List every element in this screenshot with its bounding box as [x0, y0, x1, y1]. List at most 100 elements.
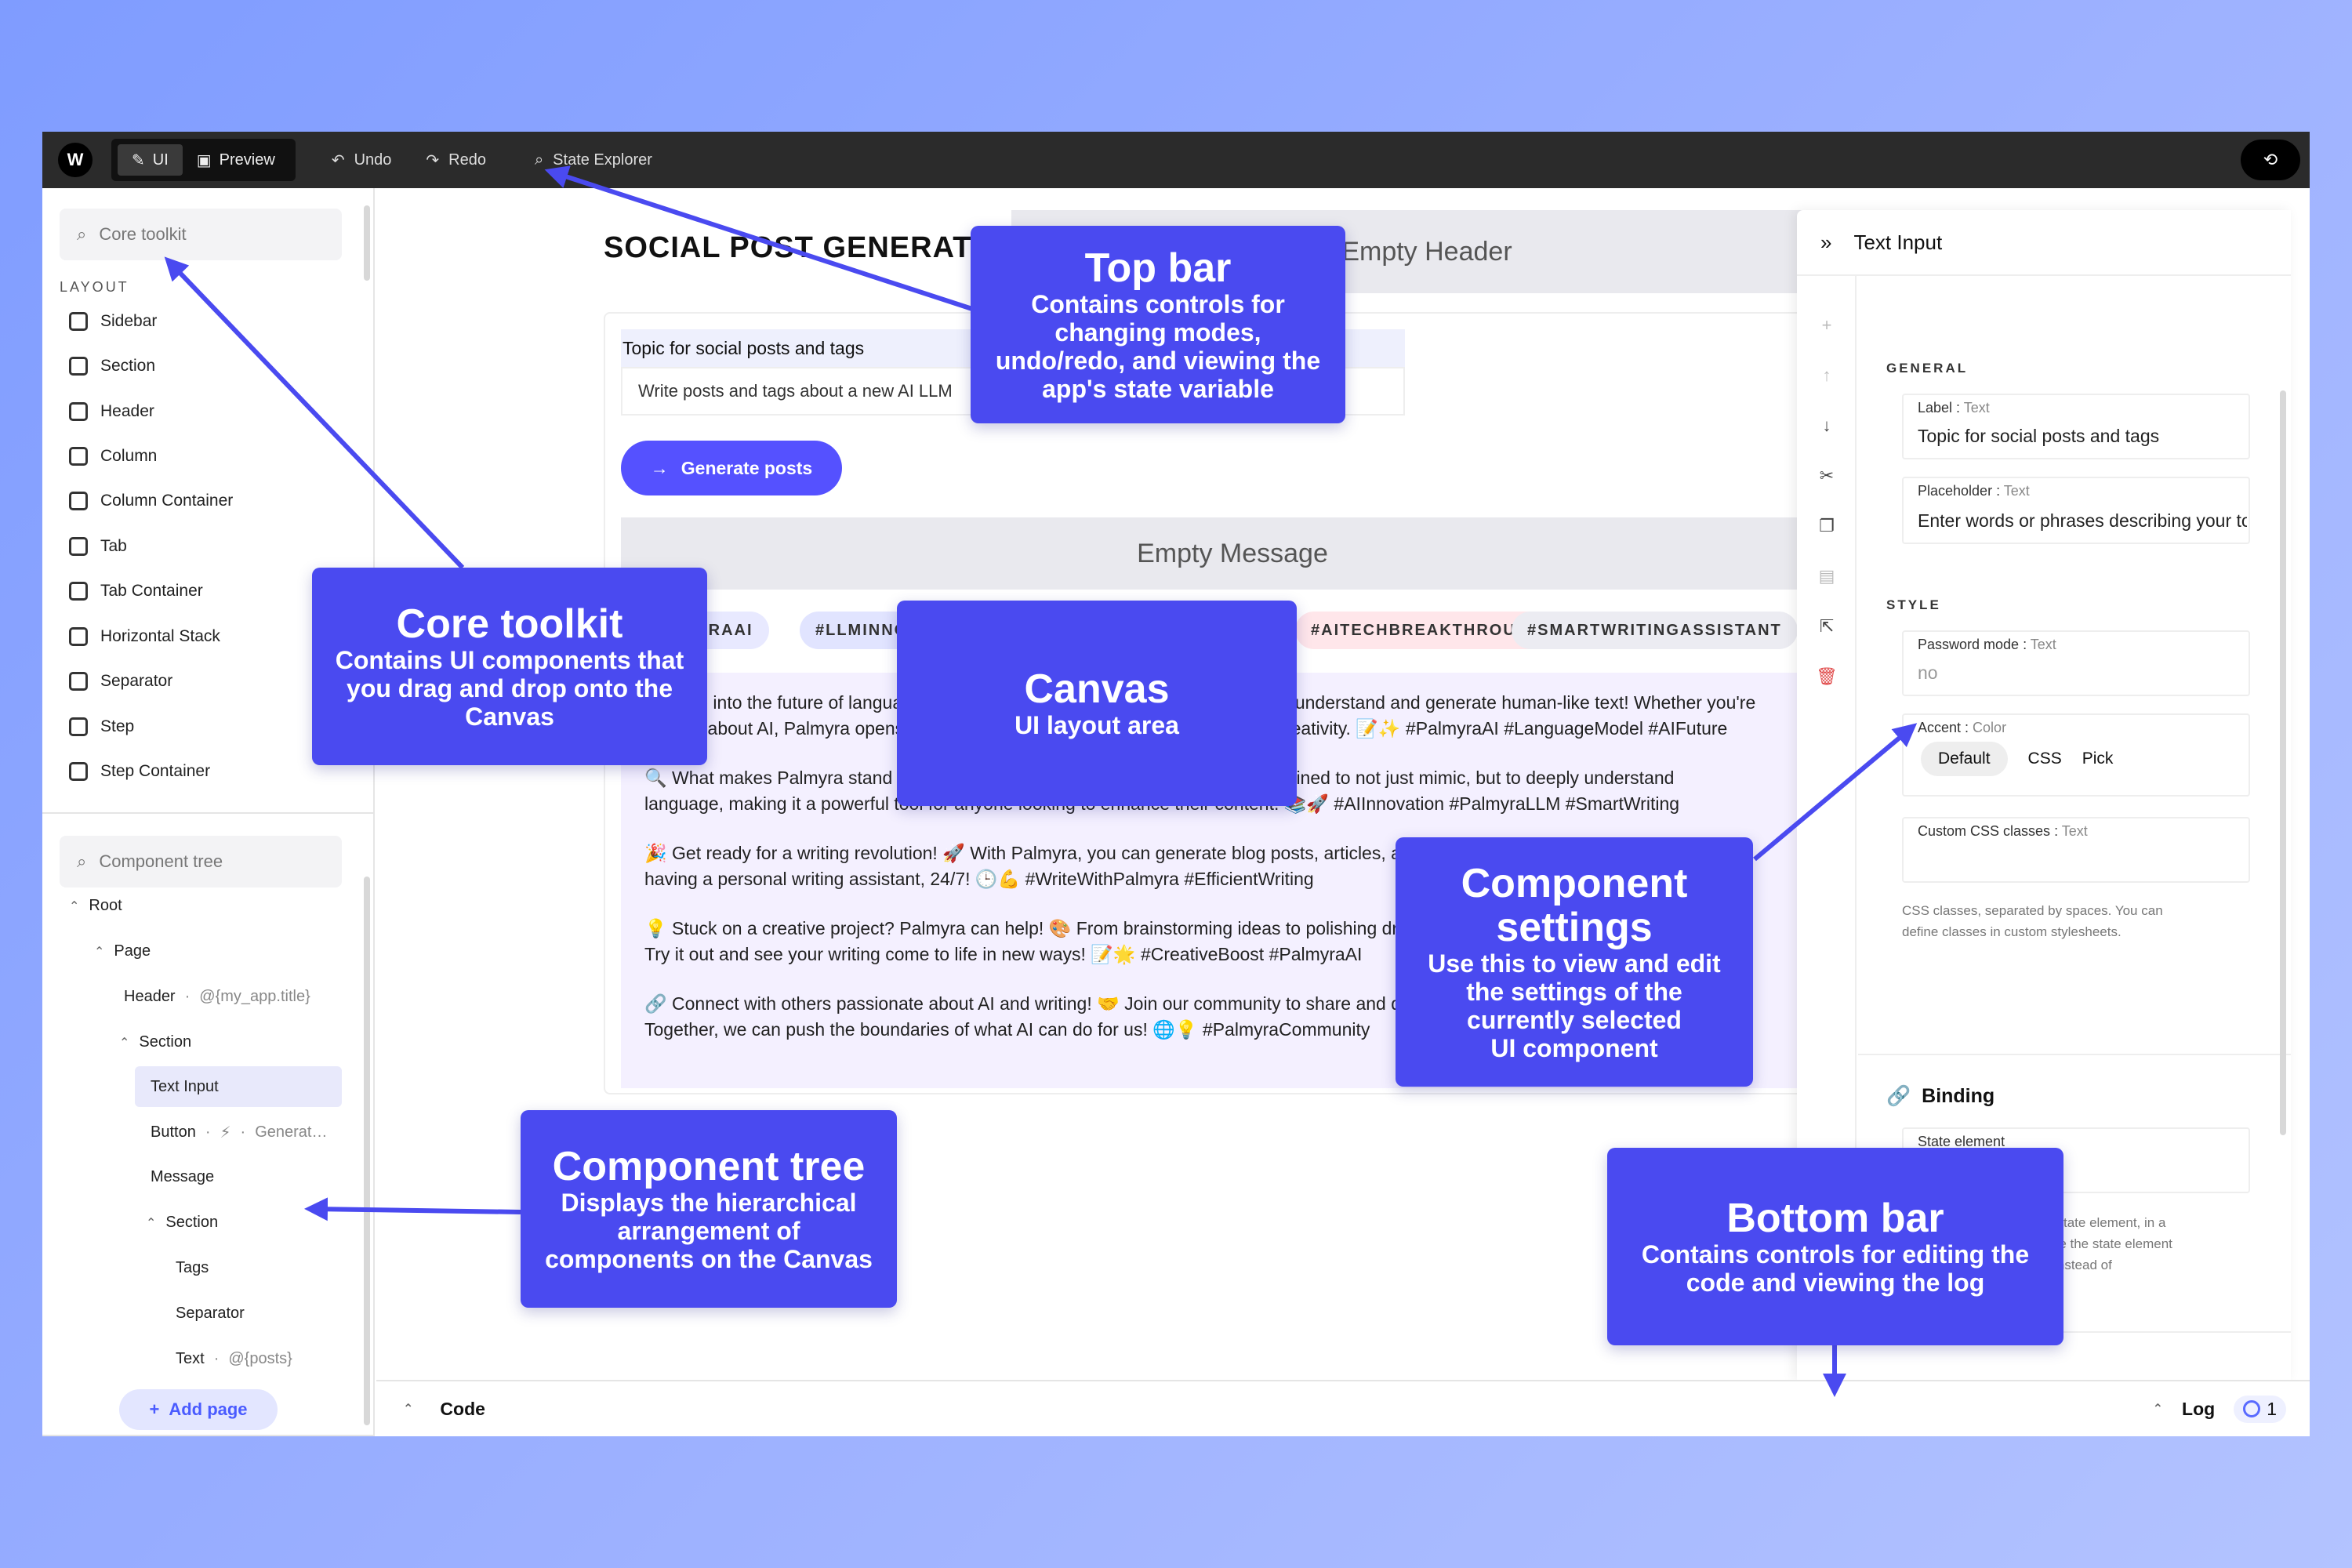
tree-item-header[interactable]: Header · @{my_app.title}: [124, 988, 310, 1006]
callout-desc: you drag and drop onto the: [347, 674, 673, 702]
tree-item-section-2[interactable]: ⌃ Section: [146, 1214, 218, 1232]
settings-scrollbar[interactable]: [2280, 390, 2286, 1135]
toolkit-item-label: Step: [100, 717, 135, 735]
tree-item-label: Section: [165, 1214, 219, 1231]
accent-field[interactable]: Accent : Color Default CSS Pick: [1902, 713, 2250, 797]
toolkit-search[interactable]: ⌕ Core toolkit: [60, 209, 342, 260]
label-field[interactable]: Label : Text Topic for social posts and …: [1902, 394, 2250, 459]
toolkit-item-sidebar[interactable]: Sidebar: [69, 312, 157, 331]
toolkit-item-tab-container[interactable]: Tab Container: [69, 582, 203, 601]
toolkit-item-section[interactable]: Section: [69, 357, 155, 376]
callout-desc: Use this to view and edit: [1428, 949, 1721, 978]
accent-option-css[interactable]: CSS: [2028, 750, 2062, 768]
tree-item-separator[interactable]: Separator: [176, 1305, 245, 1323]
section-icon: [69, 357, 88, 376]
collapse-icon[interactable]: »: [1820, 230, 1831, 255]
help-line: CSS classes, separated by spaces. You ca…: [1902, 903, 2163, 918]
tree-item-label: Tags: [176, 1259, 209, 1276]
tree-item-root[interactable]: ⌃ Root: [69, 897, 122, 915]
field-label: Accent : Color: [1918, 720, 2007, 735]
copy-icon[interactable]: ❐: [1816, 516, 1838, 536]
redo-label: Redo: [448, 151, 486, 169]
tree-item-button[interactable]: Button · ⚡ · Generat…: [151, 1123, 327, 1142]
app-logo[interactable]: W: [58, 143, 93, 177]
tree-item-message[interactable]: Message: [151, 1168, 214, 1186]
password-mode-field[interactable]: Password mode : Text no: [1902, 630, 2250, 696]
custom-css-field[interactable]: Custom CSS classes : Text: [1902, 817, 2250, 883]
callout-desc: code and viewing the log: [1686, 1269, 1985, 1297]
toolkit-item-step-container[interactable]: Step Container: [69, 762, 210, 781]
empty-message[interactable]: Empty Message: [621, 517, 1844, 590]
field-label-name: Label: [1918, 400, 1953, 416]
undo-label: Undo: [354, 151, 392, 169]
undo-icon: ↶: [331, 151, 345, 169]
paste-icon[interactable]: ▤: [1816, 566, 1838, 586]
tree-item-label: Section: [139, 1033, 192, 1051]
callout-component-tree: Component tree Displays the hierarchical…: [521, 1110, 897, 1308]
tree-item-section[interactable]: ⌃ Section: [119, 1033, 191, 1051]
toolkit-item-header[interactable]: Header: [69, 402, 154, 421]
callout-desc: Displays the hierarchical: [561, 1189, 857, 1217]
tree-item-page[interactable]: ⌃ Page: [94, 942, 151, 960]
settings-divider: [1858, 1054, 2291, 1055]
toolkit-item-separator[interactable]: Separator: [69, 672, 172, 691]
field-label-type: Text: [2061, 823, 2088, 839]
tree-item-separator: ·: [205, 1123, 211, 1141]
field-label-name: Custom CSS classes: [1918, 823, 2051, 839]
state-explorer-button[interactable]: ⌕ State Explorer: [535, 151, 652, 169]
panel-divider: [42, 812, 375, 814]
tree-item-text[interactable]: Text · @{posts}: [176, 1350, 292, 1368]
toolkit-item-label: Step Container: [100, 762, 211, 780]
field-label-type: Text: [2003, 483, 2030, 499]
callout-top-bar: Top bar Contains controls for changing m…: [971, 226, 1345, 423]
field-label-type: Text: [1963, 400, 1990, 416]
redo-icon: ↷: [426, 151, 440, 169]
accent-option-default[interactable]: Default: [1921, 742, 2008, 776]
redo-button[interactable]: ↷ Redo: [426, 151, 486, 170]
toolkit-item-tab[interactable]: Tab: [69, 537, 127, 556]
toolkit-item-label: Separator: [100, 672, 173, 690]
toolkit-item-column[interactable]: Column: [69, 447, 157, 466]
placeholder-field[interactable]: Placeholder : Text Enter words or phrase…: [1902, 477, 2250, 544]
callout-title: Component tree: [552, 1144, 866, 1189]
log-toggle[interactable]: ⌃ Log 1: [2153, 1395, 2286, 1423]
toolkit-item-label: Column Container: [100, 492, 234, 510]
tree-item-tags[interactable]: Tags: [176, 1259, 209, 1277]
tree-item-text-input[interactable]: Text Input: [135, 1066, 342, 1107]
accent-option-pick[interactable]: Pick: [2082, 750, 2114, 768]
mode-preview-button[interactable]: ▣ Preview: [183, 144, 289, 176]
separator-icon: [69, 672, 88, 691]
generate-posts-button[interactable]: → Generate posts: [621, 441, 842, 495]
move-up-icon[interactable]: ↑: [1816, 365, 1838, 386]
mode-ui-label: UI: [152, 151, 169, 169]
tree-scrollbar[interactable]: [364, 877, 370, 1425]
tag-chip[interactable]: #SMARTWRITINGASSISTANT: [1512, 612, 1798, 649]
page-title: SOCIAL POST GENERATOR: [604, 231, 1018, 264]
bottom-bar: ⌃ Code ⌃ Log 1: [376, 1380, 2310, 1436]
tree-item-binding: @{my_app.title}: [199, 988, 310, 1005]
cut-icon[interactable]: ✂: [1816, 466, 1838, 486]
delete-icon[interactable]: 🗑: [1816, 666, 1838, 687]
sync-button[interactable]: ⟲: [2241, 140, 2300, 180]
add-icon[interactable]: +: [1816, 315, 1838, 336]
toolkit-item-horizontal-stack[interactable]: Horizontal Stack: [69, 627, 220, 646]
log-count-badge: 1: [2234, 1395, 2286, 1423]
callout-canvas: Canvas UI layout area: [897, 601, 1297, 806]
tree-search[interactable]: ⌕ Component tree: [60, 836, 342, 887]
field-value: no: [1918, 662, 1938, 683]
mode-ui-button[interactable]: ✎ UI: [118, 144, 183, 176]
toolkit-item-step[interactable]: Step: [69, 717, 134, 736]
toolkit-section-label: LAYOUT: [60, 279, 129, 295]
go-to-parent-icon[interactable]: ⇱: [1816, 616, 1838, 637]
add-page-button[interactable]: + Add page: [119, 1389, 278, 1430]
style-section-title: STYLE: [1886, 597, 1941, 612]
toolkit-scrollbar[interactable]: [364, 205, 370, 281]
toolkit-item-column-container[interactable]: Column Container: [69, 492, 233, 510]
field-label-name: Placeholder: [1918, 483, 1993, 499]
add-page-label: Add page: [169, 1399, 248, 1419]
undo-button[interactable]: ↶ Undo: [332, 151, 392, 170]
callout-title: Core toolkit: [396, 601, 623, 647]
move-down-icon[interactable]: ↓: [1816, 416, 1838, 436]
mode-switcher: ✎ UI ▣ Preview: [111, 139, 296, 181]
code-toggle[interactable]: ⌃ Code: [403, 1399, 485, 1420]
